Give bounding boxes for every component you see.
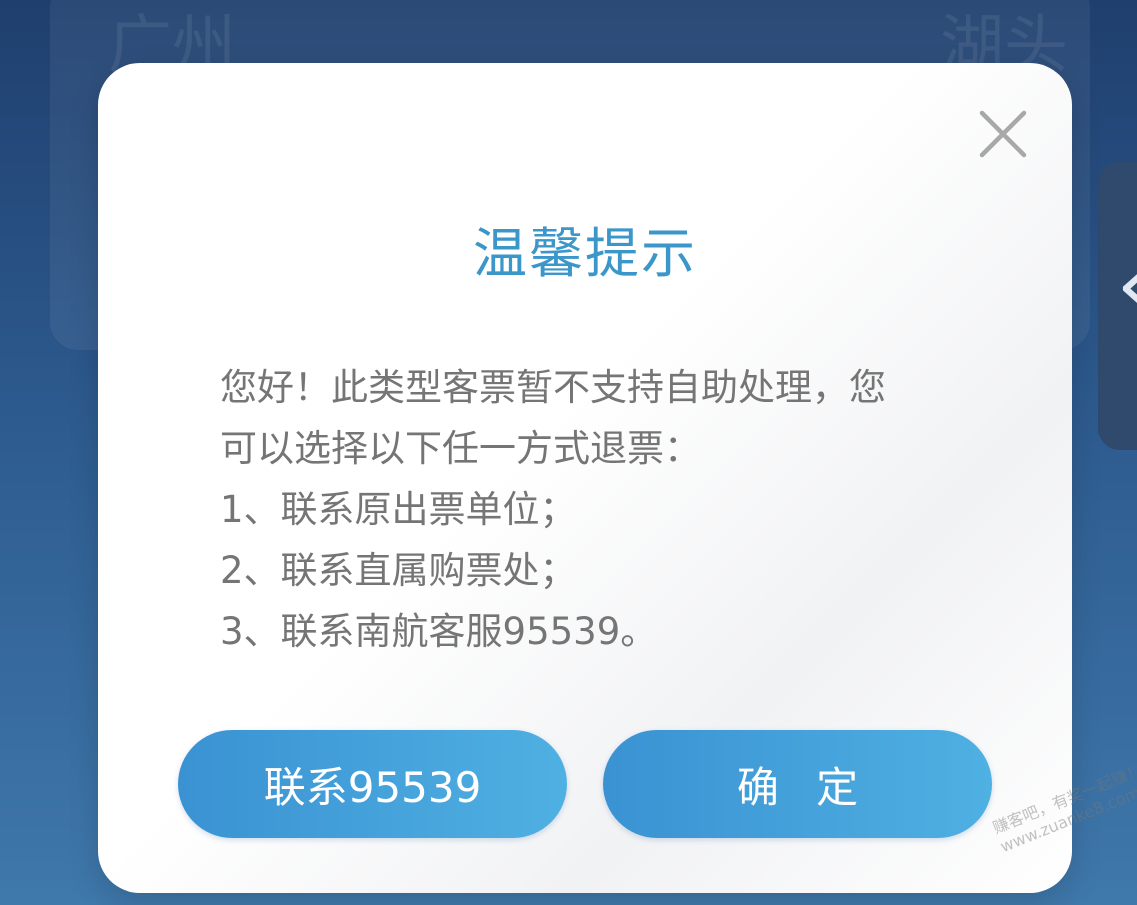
dialog-title: 温馨提示 bbox=[473, 222, 697, 285]
message-line: 3、联系南航客服95539。 bbox=[220, 610, 658, 653]
close-icon[interactable] bbox=[972, 103, 1034, 165]
message-line: 2、联系直属购票处； bbox=[220, 549, 577, 592]
confirm-button[interactable]: 确 定 bbox=[603, 730, 992, 838]
message-line: 1、联系原出票单位； bbox=[220, 488, 577, 531]
dialog-message: 您好！此类型客票暂不支持自助处理，您 可以选择以下任一方式退票： 1、联系原出票… bbox=[220, 357, 960, 662]
contact-hotline-button[interactable]: 联系95539 bbox=[178, 730, 567, 838]
chevron-left-icon: ‹ bbox=[1116, 240, 1137, 330]
message-line: 可以选择以下任一方式退票： bbox=[220, 427, 701, 470]
alert-dialog: 温馨提示 您好！此类型客票暂不支持自助处理，您 可以选择以下任一方式退票： 1、… bbox=[98, 63, 1072, 893]
message-line: 您好！此类型客票暂不支持自助处理，您 bbox=[220, 366, 886, 409]
